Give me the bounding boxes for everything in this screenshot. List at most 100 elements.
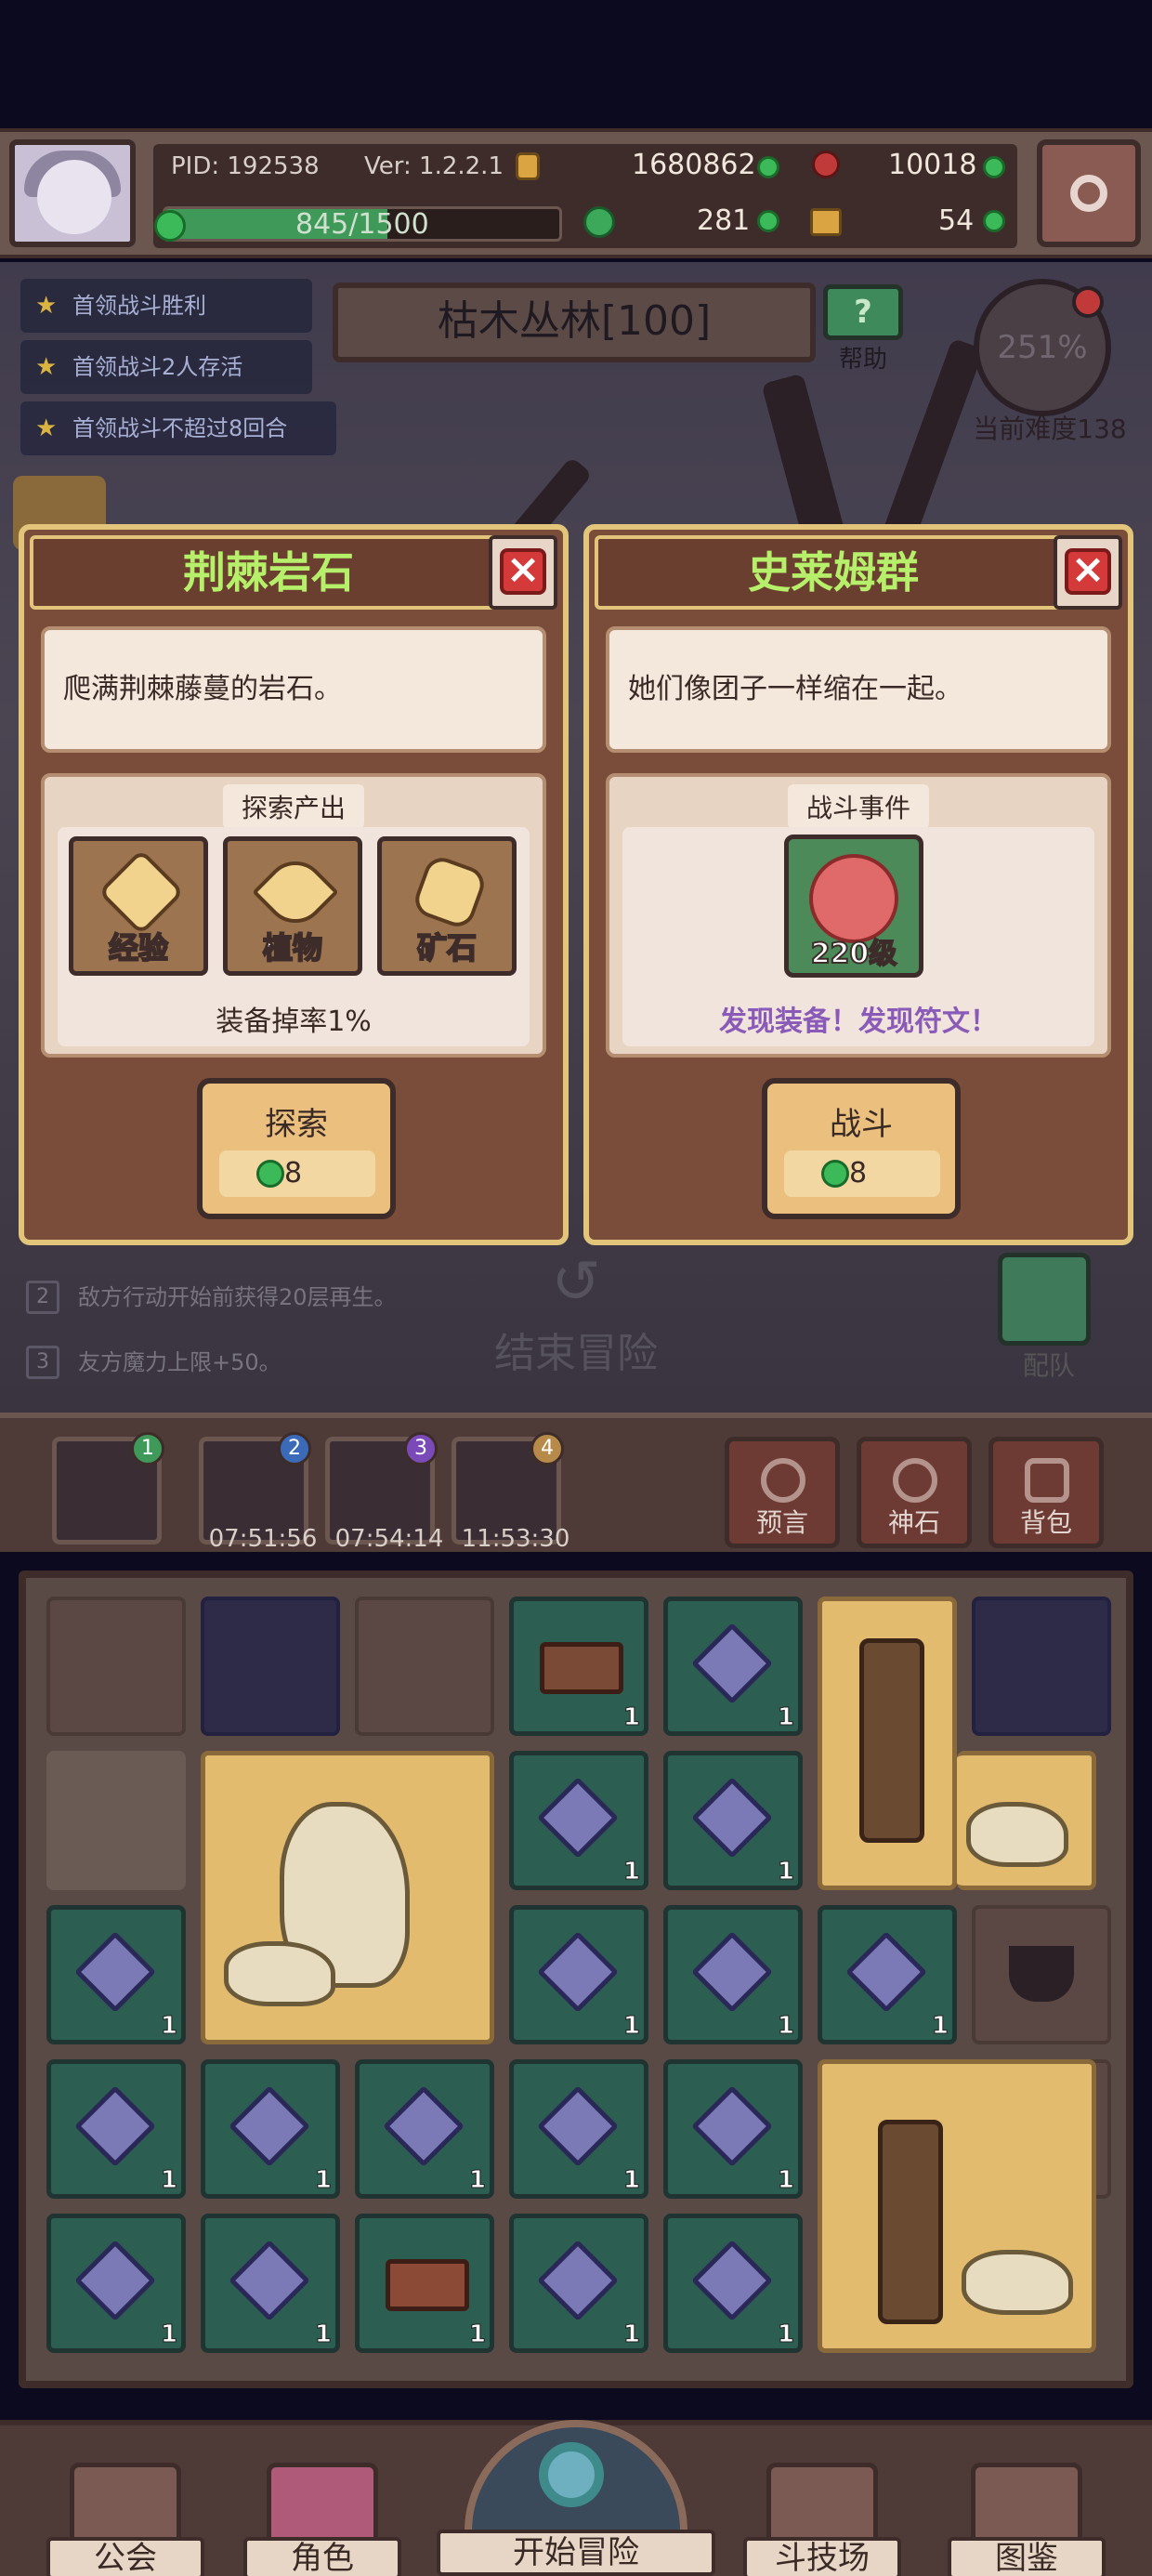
clover-icon — [583, 206, 615, 238]
add-gold-icon[interactable] — [757, 156, 779, 178]
energy-text: 845/1500 — [295, 208, 429, 241]
section-title: 战斗事件 — [787, 784, 930, 829]
dead-stump-node[interactable] — [818, 2059, 1096, 2353]
star-icon: ★ — [35, 292, 58, 320]
grid-cell-cauldron[interactable] — [972, 1905, 1111, 2044]
grid-cell-crystal[interactable]: 1 — [355, 2059, 494, 2199]
effect-item: 3 友方魔力上限+50。 — [20, 1338, 457, 1387]
crystal-icon — [383, 2085, 465, 2167]
end-adventure-label: 结束冒险 — [494, 1330, 658, 1377]
team-icon — [998, 1253, 1091, 1346]
grid-cell-empty[interactable] — [46, 1751, 186, 1890]
grid-cell-crystal[interactable]: 1 — [509, 2059, 648, 2199]
grid-cell-crystal[interactable]: 1 — [46, 2214, 186, 2353]
party-slot[interactable]: 2 07:51:56 — [199, 1432, 317, 1553]
party-slot[interactable]: 3 07:54:14 — [325, 1432, 443, 1553]
close-button[interactable]: × — [1054, 535, 1122, 610]
card-description: 她们像团子一样缩在一起。 — [606, 626, 1111, 753]
grid-cell-dirt[interactable] — [355, 1597, 494, 1736]
crystal-icon — [691, 1777, 773, 1859]
settings-button[interactable] — [1037, 139, 1141, 247]
slot-bar: 1 2 07:51:56 3 07:54:14 4 11:53:30 预言 神石… — [0, 1413, 1152, 1553]
grid-cell-dark[interactable] — [972, 1597, 1111, 1736]
party-slot[interactable]: 4 11:53:30 — [452, 1432, 569, 1553]
grid-cell-crystal[interactable]: 1 — [201, 2214, 340, 2353]
product-label: 经验 — [108, 929, 169, 966]
prophecy-button[interactable]: 预言 — [725, 1437, 840, 1548]
nav-label: 角色 — [243, 2537, 401, 2576]
experience-icon — [98, 848, 185, 936]
slot-timer: 11:53:30 — [461, 1525, 570, 1553]
slot-timer: 07:54:14 — [334, 1525, 444, 1553]
character-portrait-icon — [267, 2463, 378, 2546]
help-button[interactable]: ? 帮助 — [823, 284, 903, 374]
slot-badge: 3 — [404, 1432, 438, 1465]
tool-label: 神石 — [887, 1507, 940, 1538]
slot-timer: 07:51:56 — [208, 1525, 318, 1553]
notification-dot-icon — [1072, 286, 1104, 318]
crystal-icon — [691, 2240, 773, 2321]
magnifier-icon — [539, 2442, 604, 2507]
character-nav-button[interactable]: 角色 — [243, 2463, 401, 2576]
difficulty-dial[interactable]: 251% — [974, 279, 1111, 416]
close-icon: × — [500, 548, 546, 595]
player-avatar[interactable] — [9, 139, 136, 247]
codex-nav-button[interactable]: 图鉴 — [948, 2463, 1106, 2576]
add-apple-icon[interactable] — [983, 156, 1005, 178]
card-title: 荆棘岩石 — [30, 535, 507, 610]
version-text: Ver: 1.2.2.1 — [364, 152, 504, 180]
quest-item: ★ 首领战斗不超过8回合 — [20, 401, 336, 455]
team-button[interactable]: 配队 — [998, 1253, 1100, 1381]
close-button[interactable]: × — [489, 535, 557, 610]
arena-nav-button[interactable]: 斗技场 — [743, 2463, 901, 2576]
grid-cell-crystal[interactable]: 1 — [663, 1597, 803, 1736]
key-amount: 54 — [938, 204, 975, 237]
grid-cell-dirt[interactable] — [46, 1597, 186, 1736]
grid-cell-chest[interactable]: 1 — [355, 2214, 494, 2353]
product-plant[interactable]: 植物 — [223, 836, 362, 976]
thorn-rock-node[interactable] — [201, 1751, 494, 2044]
grid-cell-crystal[interactable]: 1 — [201, 2059, 340, 2199]
battle-event: 220级 发现装备！发现符文！ — [622, 827, 1094, 1046]
grid-cell-chest[interactable]: 1 — [509, 1597, 648, 1736]
gear-icon — [1070, 175, 1107, 212]
crystal-icon — [74, 1931, 156, 2013]
god-stone-button[interactable]: 神石 — [857, 1437, 972, 1548]
star-icon: ★ — [35, 414, 58, 442]
slime-monster[interactable]: 220级 — [784, 835, 923, 978]
product-experience[interactable]: 经验 — [69, 836, 208, 976]
product-label: 植物 — [262, 929, 323, 966]
backpack-button[interactable]: 背包 — [988, 1437, 1104, 1548]
grid-cell-dark[interactable] — [201, 1597, 340, 1736]
start-adventure-button[interactable]: 开始冒险 — [437, 2420, 715, 2576]
dead-stump-node[interactable] — [818, 1597, 957, 1890]
grid-cell-crystal[interactable]: 1 — [509, 1905, 648, 2044]
start-label: 开始冒险 — [437, 2530, 715, 2576]
grid-cell-crystal[interactable]: 1 — [663, 2214, 803, 2353]
party-slot[interactable]: 1 — [52, 1432, 164, 1544]
grid-cell-crystal[interactable]: 1 — [509, 2214, 648, 2353]
guild-nav-button[interactable]: 公会 — [46, 2463, 204, 2576]
grid-cell-crystal[interactable]: 1 — [663, 1751, 803, 1890]
grid-cell-crystal[interactable]: 1 — [818, 1905, 957, 2044]
product-label: 矿石 — [416, 929, 478, 966]
add-clover-icon[interactable] — [757, 210, 779, 232]
quest-item: ★ 首领战斗胜利 — [20, 279, 312, 333]
found-text: 发现装备！发现符文！ — [719, 1005, 998, 1038]
grid-cell-crystal[interactable]: 1 — [46, 2059, 186, 2199]
crystal-icon — [537, 2240, 619, 2321]
crystal-icon — [691, 2085, 773, 2167]
quest-item: ★ 首领战斗2人存活 — [20, 340, 312, 394]
team-label: 配队 — [1022, 1350, 1075, 1381]
explore-button[interactable]: 探索 8 — [197, 1078, 396, 1219]
grid-cell-crystal[interactable]: 1 — [46, 1905, 186, 2044]
product-ore[interactable]: 矿石 — [377, 836, 517, 976]
grid-cell-crystal[interactable]: 1 — [509, 1751, 648, 1890]
grid-cell-crystal[interactable]: 1 — [663, 1905, 803, 2044]
grid-cell-crystal[interactable]: 1 — [663, 2059, 803, 2199]
battle-button[interactable]: 战斗 8 — [762, 1078, 961, 1219]
end-adventure-button[interactable]: ↺ 结束冒险 — [483, 1245, 669, 1377]
gem-icon — [256, 1160, 284, 1188]
stump-rocks[interactable] — [957, 1751, 1096, 1890]
add-key-icon[interactable] — [983, 210, 1005, 232]
